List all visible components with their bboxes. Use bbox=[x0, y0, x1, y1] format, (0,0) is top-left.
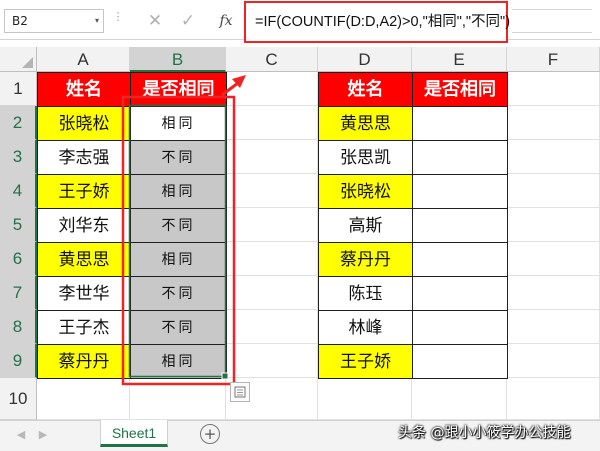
add-sheet-icon[interactable]: + bbox=[200, 424, 220, 444]
annotation-arrow bbox=[221, 81, 239, 97]
annotation-box bbox=[121, 95, 236, 386]
prev-sheet-icon[interactable]: ◀ bbox=[14, 426, 28, 444]
quick-analysis-button[interactable] bbox=[230, 382, 250, 402]
selection-outline bbox=[128, 104, 227, 378]
fill-handle[interactable] bbox=[221, 372, 229, 380]
sheet-tab[interactable]: Sheet1 bbox=[100, 420, 168, 447]
watermark: 头条 @跟小小筱学办公技能 bbox=[398, 425, 571, 441]
quick-analysis-icon bbox=[234, 386, 246, 398]
annotation-overlay bbox=[121, 75, 246, 386]
next-sheet-icon[interactable]: ▶ bbox=[36, 426, 50, 444]
